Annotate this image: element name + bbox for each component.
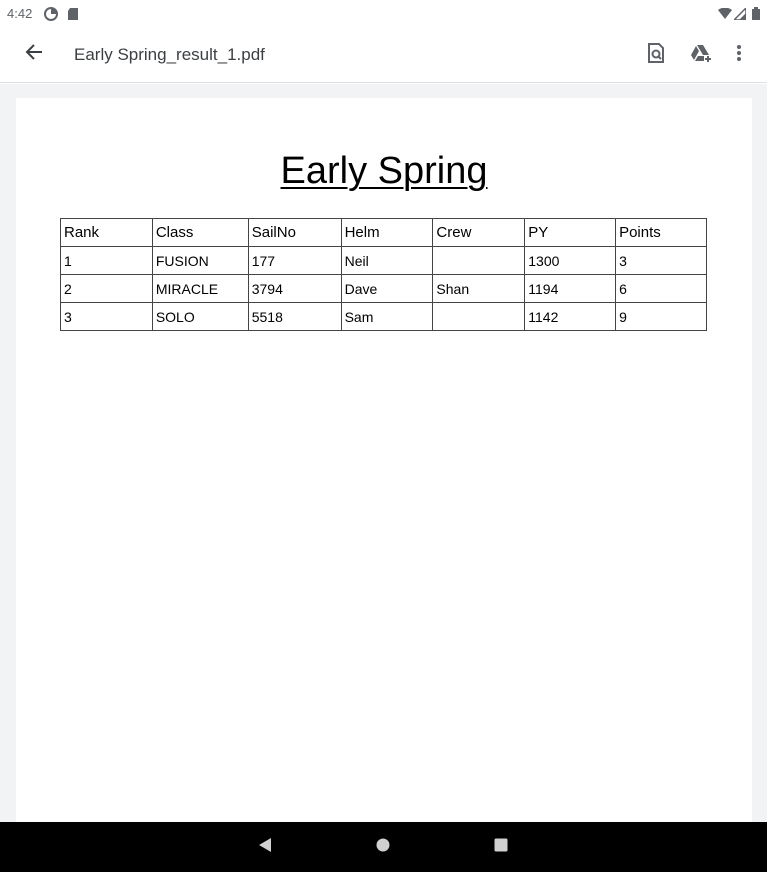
more-options-button[interactable] xyxy=(724,40,754,70)
cell-crew: Shan xyxy=(432,274,526,303)
cell-signal-icon xyxy=(732,6,747,25)
column-header-helm: Helm xyxy=(340,218,434,247)
pdf-page[interactable]: Early Spring Rank Class SailNo Helm Crew… xyxy=(16,98,752,822)
pdf-viewer[interactable]: Early Spring Rank Class SailNo Helm Crew… xyxy=(0,84,767,822)
nav-home-button[interactable] xyxy=(370,834,396,860)
cell-class: MIRACLE xyxy=(151,274,249,303)
table-row: 3 SOLO 5518 Sam 1142 9 xyxy=(60,302,707,331)
table-row: 1 FUSION 177 Neil 1300 3 xyxy=(60,246,707,275)
nav-back-icon xyxy=(258,837,272,858)
cell-sailno: 3794 xyxy=(247,274,342,303)
data-saver-icon xyxy=(44,7,58,26)
cell-points: 9 xyxy=(615,302,707,331)
cell-sailno: 177 xyxy=(247,246,342,275)
cell-rank: 1 xyxy=(60,246,153,275)
system-nav-bar xyxy=(0,822,767,872)
wifi-icon xyxy=(718,7,732,25)
column-header-crew: Crew xyxy=(432,218,526,247)
document-title: Early Spring_result_1.pdf xyxy=(74,45,265,64)
table-header-row: Rank Class SailNo Helm Crew PY Points xyxy=(60,218,707,247)
cell-points: 6 xyxy=(615,274,707,303)
status-bar: 4:42 xyxy=(0,0,767,28)
results-table: Rank Class SailNo Helm Crew PY Points 1 … xyxy=(60,218,707,331)
column-header-py: PY xyxy=(524,218,617,247)
nav-back-button[interactable] xyxy=(252,834,278,860)
status-time: 4:42 xyxy=(7,6,33,21)
cell-class: FUSION xyxy=(151,246,249,275)
more-vert-icon xyxy=(736,44,742,67)
cell-rank: 2 xyxy=(60,274,153,303)
nav-recents-icon xyxy=(494,838,508,857)
cell-helm: Sam xyxy=(340,302,434,331)
column-header-class: Class xyxy=(151,218,249,247)
nav-recents-button[interactable] xyxy=(488,834,514,860)
nav-home-icon xyxy=(376,838,390,857)
cell-points: 3 xyxy=(615,246,707,275)
battery-icon xyxy=(752,7,760,25)
app-bar: Early Spring_result_1.pdf xyxy=(0,28,767,83)
cell-py: 1142 xyxy=(524,302,617,331)
cell-class: SOLO xyxy=(151,302,249,331)
add-to-drive-icon xyxy=(690,44,712,67)
back-button[interactable] xyxy=(18,38,50,70)
cell-helm: Neil xyxy=(340,246,434,275)
table-row: 2 MIRACLE 3794 Dave Shan 1194 6 xyxy=(60,274,707,303)
pdf-heading-text: Early Spring xyxy=(280,150,488,192)
cell-py: 1300 xyxy=(524,246,617,275)
find-in-page-icon xyxy=(647,42,665,68)
cell-rank: 3 xyxy=(60,302,153,331)
cell-helm: Dave xyxy=(340,274,434,303)
cell-py: 1194 xyxy=(524,274,617,303)
column-header-rank: Rank xyxy=(60,218,153,247)
add-to-drive-button[interactable] xyxy=(686,40,716,70)
column-header-sailno: SailNo xyxy=(247,218,342,247)
find-in-page-button[interactable] xyxy=(641,40,671,70)
back-arrow-icon xyxy=(25,43,43,66)
cell-sailno: 5518 xyxy=(247,302,342,331)
sd-card-icon xyxy=(67,7,79,26)
cell-crew xyxy=(432,246,526,275)
pdf-heading: Early Spring xyxy=(16,150,752,193)
cell-crew xyxy=(432,302,526,331)
column-header-points: Points xyxy=(615,218,707,247)
